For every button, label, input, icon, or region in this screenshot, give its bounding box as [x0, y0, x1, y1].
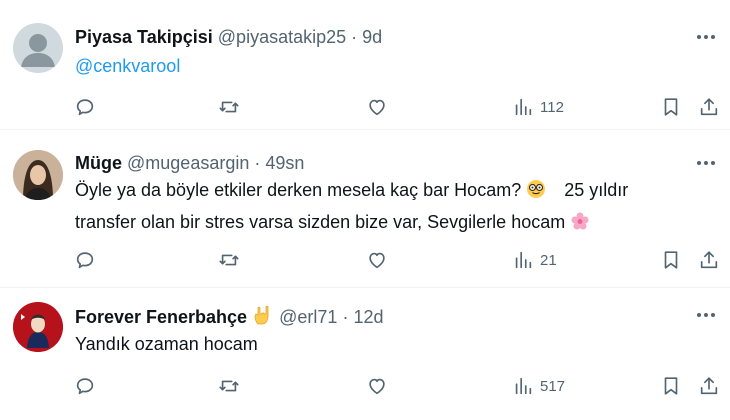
more-icon [697, 161, 715, 165]
tweet-header: Forever Fenerbahçe @erl71 · 12d [75, 304, 384, 331]
retweet-button[interactable] [218, 92, 240, 122]
views-icon [515, 251, 532, 269]
tweet-header: Piyasa Takipçisi @piyasatakip25 · 9d [75, 26, 382, 48]
tweet-text: Yandık ozaman hocam [75, 330, 690, 359]
rock-hand-emoji [252, 304, 274, 331]
bookmark-button[interactable] [660, 371, 682, 401]
tweet-actions: 112 [70, 92, 720, 122]
reply-icon [76, 99, 94, 116]
views-button[interactable]: 21 [512, 245, 557, 275]
default-avatar-icon [21, 34, 55, 67]
retweet-icon [219, 101, 239, 113]
tweet-actions: 517 [70, 371, 720, 401]
separator-dot: · [342, 307, 349, 327]
views-count: 112 [540, 98, 564, 116]
text-segment: transfer olan bir stres varsa sizden biz… [75, 212, 566, 232]
views-icon [515, 377, 532, 395]
more-options-button[interactable] [694, 303, 718, 327]
views-button[interactable]: 112 [512, 92, 564, 122]
tweet-header: Müge @mugeasargin · 49sn [75, 152, 304, 174]
separator-dot: · [351, 27, 358, 47]
reply-icon [76, 252, 94, 269]
share-button[interactable] [698, 92, 720, 122]
bookmark-icon [664, 251, 678, 269]
reply-button[interactable] [74, 371, 96, 401]
views-button[interactable]: 517 [512, 371, 565, 401]
display-name[interactable]: Piyasa Takipçisi [75, 27, 213, 47]
timestamp[interactable]: 49sn [265, 153, 304, 173]
tweet-2[interactable]: Müge @mugeasargin · 49sn Öyle ya da böyl… [0, 130, 730, 288]
share-icon [700, 377, 718, 395]
tweet-text-line-1: Öyle ya da böyle etkiler derken mesela k… [75, 176, 690, 208]
timestamp[interactable]: 9d [362, 27, 382, 47]
views-icon [515, 98, 532, 116]
like-button[interactable] [366, 371, 388, 401]
separator-dot: · [254, 153, 261, 173]
share-button[interactable] [698, 371, 720, 401]
text-segment: Yandık ozaman hocam [75, 334, 258, 354]
retweet-icon [219, 254, 239, 266]
heart-icon [369, 378, 385, 395]
more-icon [697, 35, 715, 39]
tweet-text-line-2: transfer olan bir stres varsa sizden biz… [75, 208, 690, 240]
user-handle[interactable]: @erl71 [279, 307, 337, 327]
text-segment: 25 yıldır [564, 180, 629, 200]
reply-button[interactable] [74, 92, 96, 122]
heart-icon [369, 252, 385, 269]
display-name[interactable]: Müge [75, 153, 122, 173]
display-name[interactable]: Forever Fenerbahçe [75, 307, 247, 327]
more-options-button[interactable] [694, 151, 718, 175]
more-icon [697, 313, 715, 317]
views-count: 517 [540, 377, 566, 395]
user-photo-icon [13, 150, 63, 200]
mention-link[interactable]: @cenkvarool [75, 56, 180, 76]
team-logo-icon [13, 302, 63, 352]
flower-emoji [570, 211, 590, 240]
share-icon [700, 98, 718, 116]
tweet-text: @cenkvarool [75, 52, 690, 81]
like-button[interactable] [366, 92, 388, 122]
tweet-1[interactable]: Piyasa Takipçisi @piyasatakip25 · 9d @ce… [0, 0, 730, 130]
timestamp[interactable]: 12d [353, 307, 383, 327]
retweet-button[interactable] [218, 245, 240, 275]
share-icon [700, 251, 718, 269]
bookmark-button[interactable] [660, 245, 682, 275]
retweet-icon [219, 380, 239, 392]
nerd-face-emoji [526, 179, 546, 208]
user-handle[interactable]: @piyasatakip25 [218, 27, 346, 47]
nerd-face-icon [527, 180, 546, 198]
share-button[interactable] [698, 245, 720, 275]
like-button[interactable] [366, 245, 388, 275]
more-options-button[interactable] [694, 25, 718, 49]
default-avatar[interactable] [13, 23, 63, 73]
views-count: 21 [540, 251, 557, 269]
reply-button[interactable] [74, 245, 96, 275]
retweet-button[interactable] [218, 371, 240, 401]
text-segment: Öyle ya da böyle etkiler derken mesela k… [75, 180, 522, 200]
avatar[interactable] [13, 302, 63, 352]
bookmark-icon [664, 377, 678, 395]
user-handle[interactable]: @mugeasargin [127, 153, 249, 173]
tweet-actions: 21 [70, 245, 720, 275]
tweet-text: Öyle ya da böyle etkiler derken mesela k… [75, 176, 690, 240]
cherry-blossom-icon [571, 212, 589, 230]
rock-hand-icon [254, 305, 269, 325]
tweet-3[interactable]: Forever Fenerbahçe @erl71 · 12d Yandık o… [0, 288, 730, 420]
bookmark-button[interactable] [660, 92, 682, 122]
bookmark-icon [664, 98, 678, 116]
avatar[interactable] [13, 150, 63, 200]
heart-icon [369, 99, 385, 116]
reply-icon [76, 378, 94, 395]
